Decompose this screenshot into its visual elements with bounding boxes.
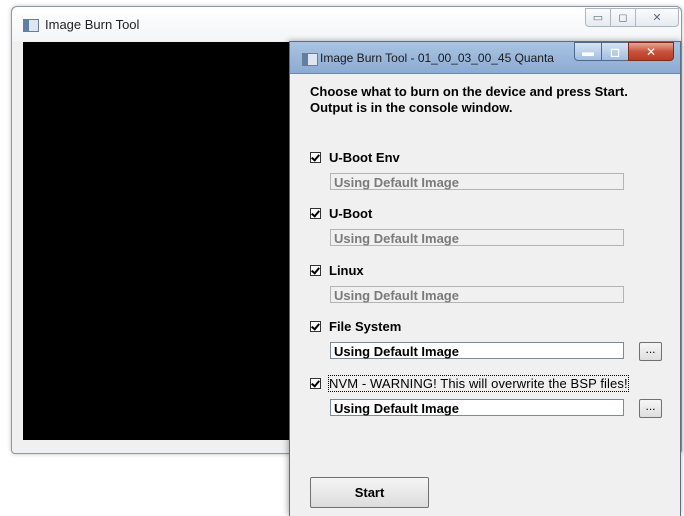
file-system-browse-button[interactable]: ... (639, 342, 662, 361)
option-label: U-Boot Env (329, 150, 400, 165)
checkbox-linux[interactable] (310, 265, 321, 276)
file-system-image-field[interactable]: Using Default Image (330, 342, 624, 359)
checkbox-nvm[interactable] (310, 378, 321, 389)
option-label: Linux (329, 263, 364, 278)
dialog-close-button[interactable]: ✕ (628, 42, 674, 61)
nvm-image-field[interactable]: Using Default Image (330, 399, 624, 416)
option-uboot-env[interactable]: U-Boot Env (310, 150, 400, 165)
dialog-titlebar[interactable]: Image Burn Tool - 01_00_03_00_45 Quanta … (290, 42, 680, 74)
nvm-browse-button[interactable]: ... (639, 399, 662, 418)
checkbox-uboot-env[interactable] (310, 152, 321, 163)
uboot-env-image-field: Using Default Image (330, 173, 624, 190)
dialog-maximize-button[interactable]: ◻ (601, 42, 629, 61)
start-button[interactable]: Start (310, 477, 429, 508)
dialog-minimize-button[interactable]: ▬ (574, 42, 602, 61)
uboot-image-field: Using Default Image (330, 229, 624, 246)
dialog-body: Choose what to burn on the device and pr… (290, 74, 680, 516)
checkbox-uboot[interactable] (310, 208, 321, 219)
linux-image-field: Using Default Image (330, 286, 624, 303)
option-nvm[interactable]: NVM - WARNING! This will overwrite the B… (310, 375, 629, 392)
option-label: File System (329, 319, 402, 334)
console-window-title: Image Burn Tool (45, 17, 140, 32)
option-uboot[interactable]: U-Boot (310, 206, 372, 221)
checkbox-file-system[interactable] (310, 321, 321, 332)
burn-options-dialog: Image Burn Tool - 01_00_03_00_45 Quanta … (289, 41, 681, 516)
app-icon (23, 19, 39, 32)
dialog-title: Image Burn Tool - 01_00_03_00_45 Quanta (320, 51, 554, 65)
instructions-text: Choose what to burn on the device and pr… (310, 84, 628, 115)
close-icon: ✕ (645, 44, 657, 59)
maximize-button[interactable]: ◻ (610, 8, 636, 27)
option-label: U-Boot (329, 206, 373, 221)
option-linux[interactable]: Linux (310, 263, 364, 278)
close-button[interactable]: ✕ (635, 8, 679, 27)
option-label: NVM - WARNING! This will overwrite the B… (328, 375, 629, 392)
app-icon (302, 53, 318, 66)
option-file-system[interactable]: File System (310, 319, 401, 334)
console-window-controls: ▭ ◻ ✕ (585, 8, 679, 28)
dialog-window-controls: ▬ ◻ ✕ (574, 42, 674, 62)
minimize-button[interactable]: ▭ (585, 8, 611, 27)
console-titlebar[interactable]: Image Burn Tool ▭ ◻ ✕ (12, 7, 681, 41)
